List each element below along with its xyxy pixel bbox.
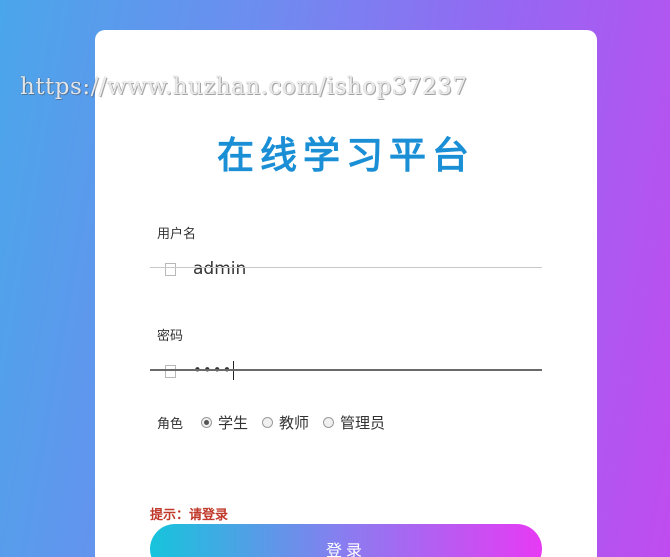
page-background: 在线学习平台 用户名 admin 密码 •••• 角色 学生 教师 管理员 提示… (0, 0, 670, 557)
radio-student[interactable] (201, 417, 213, 428)
role-option-teacher[interactable]: 教师 (262, 412, 309, 433)
role-label: 角色 (157, 417, 184, 432)
username-input[interactable]: admin (193, 259, 246, 279)
role-option-label: 学生 (218, 414, 249, 432)
user-icon (165, 263, 176, 276)
login-hint: 提示：请登录 (150, 508, 229, 523)
page-title: 在线学习平台 (217, 134, 475, 177)
username-underline (150, 267, 542, 268)
lock-icon (165, 365, 176, 378)
username-label: 用户名 (157, 227, 197, 242)
watermark-text: https://www.huzhan.com/ishop37237 (20, 74, 468, 100)
radio-admin[interactable] (323, 417, 335, 428)
role-selector: 角色 学生 教师 管理员 (157, 412, 399, 433)
radio-teacher[interactable] (262, 417, 274, 428)
role-option-student[interactable]: 学生 (201, 412, 248, 433)
password-label: 密码 (157, 329, 184, 344)
login-card: 在线学习平台 用户名 admin 密码 •••• 角色 学生 教师 管理员 提示… (95, 30, 597, 557)
role-option-admin[interactable]: 管理员 (323, 412, 385, 433)
role-option-label: 教师 (279, 414, 310, 432)
password-underline (150, 369, 542, 371)
role-option-label: 管理员 (340, 414, 386, 432)
login-button[interactable]: 登录 (150, 524, 542, 557)
